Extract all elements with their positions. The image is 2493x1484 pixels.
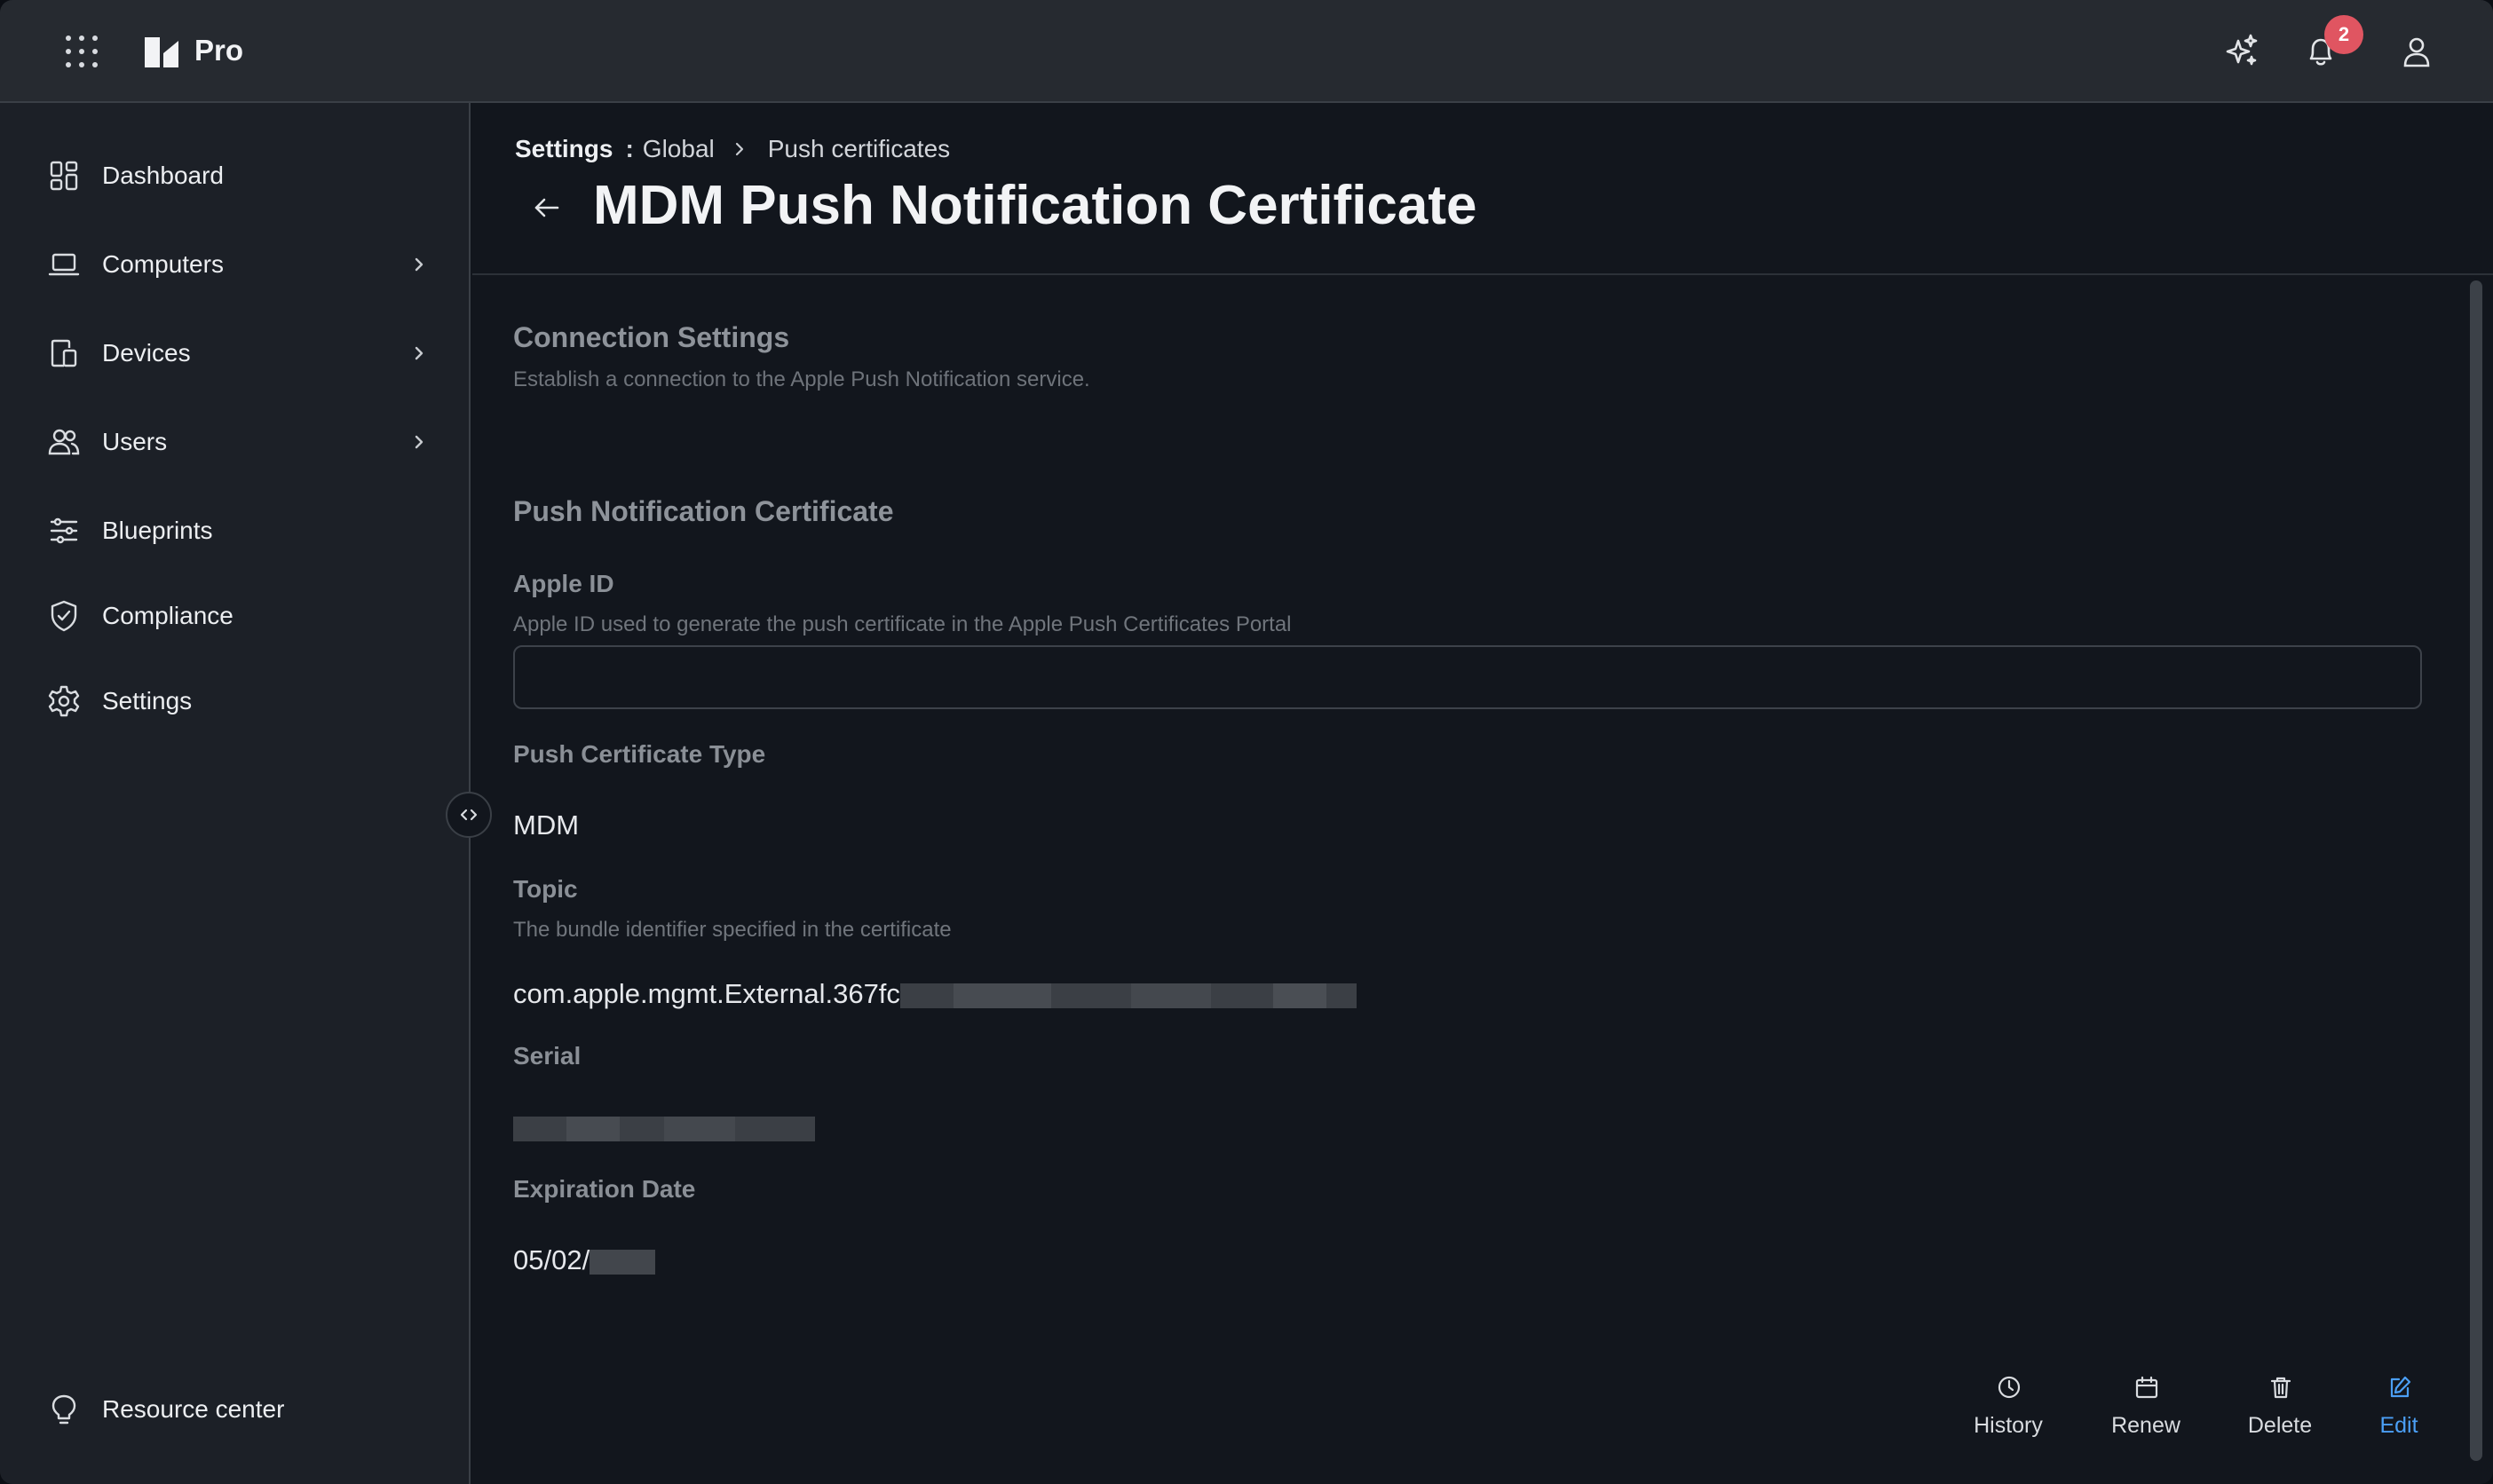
- expiration-date-label: Expiration Date: [513, 1175, 696, 1203]
- sidebar-item-label: Computers: [102, 250, 224, 278]
- expiration-date-value: 05/02/: [513, 1244, 590, 1275]
- redacted-serial-block: [513, 1116, 815, 1141]
- renew-button[interactable]: Renew: [2093, 1374, 2199, 1454]
- logo-icon: [145, 37, 178, 67]
- breadcrumb-global[interactable]: Global: [643, 135, 715, 163]
- page-title: MDM Push Notification Certificate: [593, 175, 1477, 236]
- sidebar-item-label: Users: [102, 428, 168, 455]
- user-profile-icon[interactable]: [2397, 32, 2436, 71]
- breadcrumb: Settings : Global Push certificates: [515, 131, 950, 167]
- dashboard-icon: [50, 161, 78, 191]
- delete-label: Delete: [2247, 1413, 2313, 1438]
- sidebar-item-users[interactable]: Users: [0, 408, 469, 476]
- sidebar-item-label: Resource center: [102, 1395, 285, 1423]
- sidebar-item-label: Blueprints: [102, 517, 213, 544]
- chevron-right-icon: [735, 142, 743, 156]
- history-button[interactable]: History: [1955, 1374, 2062, 1454]
- app-window: Pro 2 Dashboard Computers Devices Users …: [0, 0, 2493, 1484]
- apple-id-description: Apple ID used to generate the push certi…: [513, 612, 1292, 636]
- sidebar-item-devices[interactable]: Devices: [0, 320, 469, 387]
- sparkle-ai-icon[interactable]: [2222, 32, 2261, 71]
- renew-label: Renew: [2111, 1413, 2180, 1438]
- edit-button[interactable]: Edit: [2346, 1374, 2452, 1454]
- connection-settings-description: Establish a connection to the Apple Push…: [513, 367, 1090, 391]
- topic-value-row: com.apple.mgmt.External.367fc: [513, 978, 1357, 1010]
- code-brackets-icon: [460, 809, 478, 821]
- brand-name: Pro: [194, 34, 244, 67]
- topic-value: com.apple.mgmt.External.367fc: [513, 978, 900, 1009]
- calendar-icon: [2135, 1376, 2158, 1399]
- expiration-date-row: 05/02/: [513, 1244, 656, 1276]
- sidebar-item-compliance[interactable]: Compliance: [0, 582, 469, 650]
- laptop-icon: [48, 253, 80, 276]
- push-certificate-type-label: Push Certificate Type: [513, 740, 766, 768]
- sidebar-item-blueprints[interactable]: Blueprints: [0, 497, 469, 564]
- devices-icon: [51, 339, 77, 367]
- trash-icon: [2270, 1377, 2291, 1399]
- sidebar-item-label: Dashboard: [102, 162, 224, 189]
- top-bar: Pro 2: [0, 0, 2493, 103]
- edit-label: Edit: [2379, 1413, 2418, 1438]
- notification-badge: 2: [2324, 15, 2363, 54]
- lightbulb-icon: [51, 1394, 76, 1425]
- shield-icon: [51, 600, 77, 632]
- sidebar-collapse-toggle[interactable]: [446, 792, 492, 838]
- edit-pencil-icon: [2390, 1376, 2411, 1398]
- sidebar-item-label: Settings: [102, 687, 193, 714]
- topic-description: The bundle identifier specified in the c…: [513, 918, 952, 942]
- clock-icon: [1998, 1376, 2021, 1399]
- apple-id-input[interactable]: [513, 645, 2422, 709]
- sidebar-item-label: Devices: [102, 339, 191, 367]
- page-header: Settings : Global Push certificates MDM …: [472, 103, 2493, 275]
- push-certificate-section-title: Push Notification Certificate: [513, 495, 894, 527]
- apple-id-label: Apple ID: [513, 570, 614, 597]
- content-scrollbar[interactable]: [2466, 277, 2486, 1484]
- sidebar-item-resource-center[interactable]: Resource center: [0, 1376, 469, 1443]
- users-icon: [48, 429, 80, 455]
- chevron-right-icon: [415, 257, 423, 272]
- sidebar-item-computers[interactable]: Computers: [0, 231, 469, 298]
- breadcrumb-root: Settings: [515, 135, 613, 162]
- chevron-right-icon: [415, 435, 423, 449]
- redacted-year-block: [590, 1249, 656, 1275]
- serial-label: Serial: [513, 1042, 582, 1070]
- certificate-details: Connection Settings Establish a connecti…: [472, 277, 2461, 1484]
- delete-button[interactable]: Delete: [2227, 1374, 2333, 1454]
- sidebar-item-settings[interactable]: Settings: [0, 667, 469, 735]
- app-launcher-icon[interactable]: [66, 36, 98, 67]
- redacted-topic-block: [899, 983, 1357, 1008]
- topic-label: Topic: [513, 875, 578, 903]
- sidebar-item-dashboard[interactable]: Dashboard: [0, 142, 469, 209]
- sidebar: Dashboard Computers Devices Users Bluepr…: [0, 103, 471, 1484]
- push-certificate-type-value: MDM: [513, 809, 580, 841]
- scrollbar-thumb[interactable]: [2470, 280, 2482, 1461]
- sidebar-item-label: Compliance: [102, 602, 233, 629]
- history-label: History: [1974, 1413, 2043, 1438]
- sliders-icon: [50, 517, 78, 544]
- serial-value-row: [513, 1111, 815, 1143]
- connection-settings-title: Connection Settings: [513, 321, 790, 353]
- back-arrow-icon[interactable]: [529, 190, 565, 225]
- gear-icon: [48, 685, 80, 717]
- breadcrumb-separator: :: [625, 135, 634, 162]
- chevron-right-icon: [415, 346, 423, 360]
- breadcrumb-push-certificates[interactable]: Push certificates: [768, 135, 950, 163]
